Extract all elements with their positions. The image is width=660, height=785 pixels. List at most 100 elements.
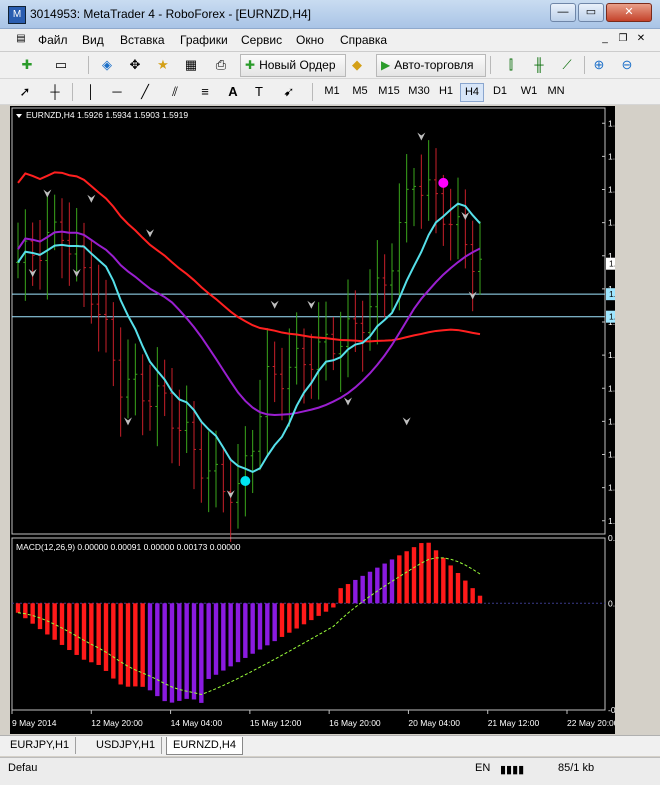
fractal-arrow-icon xyxy=(124,417,132,426)
fractal-arrow-icon xyxy=(344,397,352,406)
macd-histogram-bar xyxy=(243,603,248,658)
autotrading-button[interactable]: ▶ Авто-торговля xyxy=(376,54,486,77)
fractal-arrow-icon xyxy=(307,300,316,309)
new-chart-icon[interactable]: ✚ xyxy=(18,56,36,74)
maximize-button[interactable]: ▭ xyxy=(578,3,604,22)
metaeditor-icon[interactable]: ◆ xyxy=(348,56,366,74)
macd-histogram-bar xyxy=(228,603,233,667)
navigator-icon[interactable]: ✥ xyxy=(126,56,144,74)
tf-d1[interactable]: D1 xyxy=(488,83,512,100)
new-order-button[interactable]: ✚ Новый Ордер xyxy=(240,54,346,77)
market-watch-icon[interactable]: ◈ xyxy=(98,56,116,74)
minimize-button[interactable]: — xyxy=(550,3,576,22)
mdi-close-icon[interactable]: ✕ xyxy=(634,32,648,46)
macd-histogram-bar xyxy=(52,603,57,640)
macd-tick-label: 0.00 xyxy=(608,598,615,608)
chart-info-label: EURNZD,H4 1.5926 1.5934 1.5903 1.5919 xyxy=(26,110,188,120)
channel-icon[interactable]: ⫽ xyxy=(166,83,184,101)
vertical-line-icon[interactable]: │ xyxy=(82,83,100,101)
menu-charts[interactable]: Графики xyxy=(180,33,228,47)
price-tick-label: 1.5825 xyxy=(608,383,615,393)
menu-insert[interactable]: Вставка xyxy=(120,33,165,47)
menu-tools[interactable]: Сервис xyxy=(241,33,282,47)
tf-h4[interactable]: H4 xyxy=(460,83,484,102)
fibonacci-icon[interactable]: ≡ xyxy=(196,83,214,101)
macd-info-label: MACD(12,26,9) 0.00000 0.00091 0.00000 0.… xyxy=(16,542,241,552)
level-2-tag: 1.5879 xyxy=(609,312,615,322)
macd-histogram-bar xyxy=(67,603,72,651)
autotrading-label: Авто-торговля xyxy=(394,58,474,72)
horizontal-line-icon[interactable]: ─ xyxy=(108,83,126,101)
mdi-minimize-icon[interactable]: _ xyxy=(598,32,612,46)
tf-w1[interactable]: W1 xyxy=(516,83,542,100)
tf-m30[interactable]: M30 xyxy=(404,83,434,100)
time-axis-label: 22 May 20:00 xyxy=(567,718,615,728)
strategy-tester-icon[interactable]: ⎙ xyxy=(212,56,230,74)
tf-m5[interactable]: M5 xyxy=(346,83,374,100)
macd-histogram-bar xyxy=(59,603,65,645)
price-tick-label: 1.5775 xyxy=(608,450,615,460)
drawing-toolbar: ➚ ┼ │ ─ ╱ ⫽ ≡ A T ➹ M1 M5 M15 M30 H1 H4 … xyxy=(0,79,660,105)
price-tick-label: 1.5725 xyxy=(608,516,615,526)
macd-histogram-bar xyxy=(426,542,431,604)
status-bar: Defau EN ▮▮▮▮ 85/1 kb xyxy=(0,757,660,785)
favorites-icon[interactable]: ★ xyxy=(154,56,172,74)
macd-histogram-bar xyxy=(23,603,28,619)
standard-toolbar: ✚ ▭ ◈ ✥ ★ ▦ ⎙ ✚ Новый Ордер ◆ ▶ Авто-торго… xyxy=(0,52,660,79)
tab-eurjpy-h1[interactable]: EURJPY,H1 xyxy=(4,737,77,754)
zoom-out-icon[interactable]: ⊖ xyxy=(618,56,636,74)
macd-histogram-bar xyxy=(375,567,380,604)
cursor-icon[interactable]: ➚ xyxy=(16,83,34,101)
time-axis-label: 20 May 04:00 xyxy=(408,718,460,728)
text-icon[interactable]: A xyxy=(224,83,242,101)
menu-file[interactable]: Файл xyxy=(38,33,68,47)
bar-chart-icon[interactable]: ⫿ xyxy=(502,56,520,74)
menu-view[interactable]: Вид xyxy=(82,33,104,47)
tf-m15[interactable]: M15 xyxy=(374,83,404,100)
time-axis-label: 9 May 2014 xyxy=(12,718,57,728)
menu-help[interactable]: Справка xyxy=(340,33,387,47)
macd-histogram-bar xyxy=(89,603,94,663)
macd-histogram-bar xyxy=(331,603,336,608)
time-axis-label: 12 May 20:00 xyxy=(91,718,143,728)
tf-mn[interactable]: MN xyxy=(542,83,570,100)
macd-histogram-bar xyxy=(191,603,197,700)
status-traffic: 85/1 kb xyxy=(558,762,595,774)
macd-tick-label: 0.00345 xyxy=(608,533,615,543)
mdi-restore-icon[interactable]: ❐ xyxy=(616,32,630,46)
macd-histogram-bar xyxy=(221,603,226,671)
macd-histogram-bar xyxy=(37,603,43,630)
price-chart[interactable]: 1.60251.60001.59751.59501.59251.59001.58… xyxy=(10,106,615,734)
tf-h1[interactable]: H1 xyxy=(434,83,458,100)
macd-histogram-bar xyxy=(103,603,109,671)
trendline-icon[interactable]: ╱ xyxy=(136,83,154,101)
macd-histogram-bar xyxy=(441,557,446,604)
profiles-icon[interactable]: ▭ xyxy=(52,56,70,74)
symbol-dropdown-icon xyxy=(16,114,22,118)
new-order-label: Новый Ордер xyxy=(259,58,336,72)
arrows-icon[interactable]: ➹ xyxy=(280,83,298,101)
chart-window[interactable]: 1.60251.60001.59751.59501.59251.59001.58… xyxy=(10,106,615,734)
close-button[interactable]: ✕ xyxy=(606,3,652,22)
title-bar: M 3014953: MetaTrader 4 - RoboForex - [E… xyxy=(0,0,660,29)
macd-signal-line xyxy=(17,557,481,696)
zoom-in-icon[interactable]: ⊕ xyxy=(590,56,608,74)
moving-average-cyan-line xyxy=(17,202,481,474)
macd-histogram-bar xyxy=(389,559,395,604)
document-icon[interactable]: ▤ xyxy=(14,32,28,46)
tf-m1[interactable]: M1 xyxy=(318,83,346,100)
candlestick-icon[interactable]: ╫ xyxy=(530,56,548,74)
app-icon: M xyxy=(8,6,26,24)
macd-histogram-bar xyxy=(235,603,241,663)
crosshair-icon[interactable]: ┼ xyxy=(46,83,64,101)
line-chart-icon[interactable]: ⟋ xyxy=(558,56,576,74)
menu-window[interactable]: Окно xyxy=(296,33,324,47)
terminal-icon[interactable]: ▦ xyxy=(182,56,200,74)
price-tick-label: 1.5800 xyxy=(608,416,615,426)
macd-histogram-bar xyxy=(448,565,453,604)
macd-histogram-bar xyxy=(184,603,189,699)
tab-eurnzd-h4[interactable]: EURNZD,H4 xyxy=(166,737,243,755)
macd-histogram-bar xyxy=(15,603,21,613)
text-label-icon[interactable]: T xyxy=(250,83,268,101)
tab-usdjpy-h1[interactable]: USDJPY,H1 xyxy=(90,737,163,754)
